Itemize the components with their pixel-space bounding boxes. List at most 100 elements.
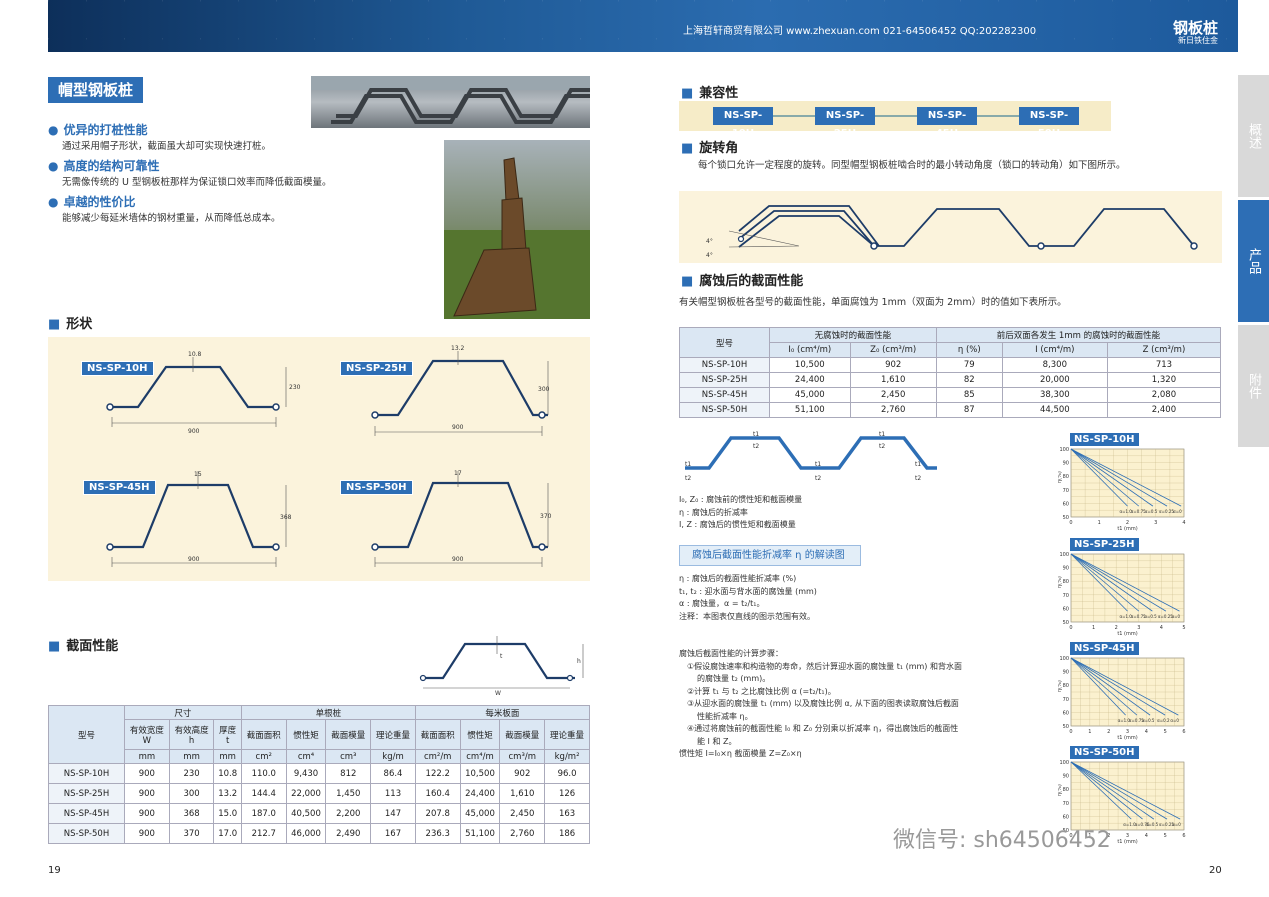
read-chart-title: 腐蚀后截面性能折减率 η 的解读图 xyxy=(679,545,861,566)
label-t2: t2 xyxy=(915,475,921,482)
th-unit: mm xyxy=(168,749,215,764)
compat-item: NS-SP-10H xyxy=(713,107,773,139)
table-cell: 40,500 xyxy=(285,803,327,824)
th-unit: cm²/m xyxy=(414,749,461,764)
page-number-right: 20 xyxy=(1209,865,1222,876)
series-label: α=0.5 xyxy=(1142,718,1155,723)
section-properties-table: 型号 尺寸 单根桩 每米板面 有效宽度 W 有效高度 h 厚度 t 截面面积 惯性矩 … xyxy=(48,705,591,844)
t2-sub: η (%) xyxy=(935,342,1003,358)
x-tick-label: 5 xyxy=(1164,729,1167,735)
table-cell: 144.4 xyxy=(240,783,287,804)
table-cell: 147 xyxy=(370,803,416,824)
table-cell: 163 xyxy=(544,803,590,824)
table-cell: 51,100 xyxy=(459,823,501,844)
step-line: ③从迎水面的腐蚀量 t₁ (mm) 以及腐蚀比例 α, 从下面的图表读取腐蚀后截… xyxy=(687,699,959,708)
table-cell: 46,000 xyxy=(285,823,327,844)
dim-h-45h: 368 xyxy=(280,514,292,521)
tag-25h: NS-SP-25H xyxy=(340,361,413,376)
table-cell: 17.0 xyxy=(213,823,242,844)
shape-panel: 10.8 230 900 13.2 300 900 15 368 900 17 … xyxy=(48,337,590,581)
dim-h-50h: 370 xyxy=(540,513,552,520)
t2-sub: I₀ (cm⁴/m) xyxy=(769,342,851,358)
tab-products[interactable]: 产品 xyxy=(1238,200,1269,322)
label-t1: t1 xyxy=(753,431,759,438)
y-tick-label: 100 xyxy=(1059,552,1069,558)
series-label: α=0.25 xyxy=(1159,509,1174,514)
y-tick-label: 90 xyxy=(1063,566,1069,572)
table-cell: NS-SP-50H xyxy=(679,402,770,418)
x-tick-label: 0 xyxy=(1069,520,1072,526)
label-t1: t1 xyxy=(815,461,821,468)
step-line: 的腐蚀量 t₂ (mm)。 xyxy=(697,674,771,683)
step-line: ②计算 t₁ 与 t₂ 之比腐蚀比例 α (=t₂/t₁)。 xyxy=(687,686,836,696)
table-cell: 20,000 xyxy=(1001,372,1108,388)
table-cell: 10.8 xyxy=(213,763,242,784)
label-t1: t1 xyxy=(685,461,691,468)
table-cell: 79 xyxy=(935,357,1003,373)
y-axis-label: η(%) xyxy=(1058,784,1063,796)
x-tick-label: 0 xyxy=(1069,625,1072,631)
sheet-pile-stack-photo xyxy=(311,76,590,128)
series-label: α=0 xyxy=(1172,822,1181,827)
table-cell: NS-SP-10H xyxy=(48,763,125,784)
y-tick-label: 50 xyxy=(1063,620,1069,626)
th-col: 理论重量 xyxy=(544,719,590,750)
table-row: NS-SP-10H 10,500 902 79 8,300 713 xyxy=(679,357,1222,373)
table-cell: 368 xyxy=(168,803,215,824)
table-cell: 902 xyxy=(849,357,937,373)
x-tick-label: 5 xyxy=(1182,625,1185,631)
table-cell: 24,400 xyxy=(459,783,501,804)
y-axis-label: η(%) xyxy=(1058,471,1063,483)
table-cell: 24,400 xyxy=(769,372,851,388)
th-sym: h xyxy=(188,735,195,746)
table-row: NS-SP-50H 51,100 2,760 87 44,500 2,400 xyxy=(679,402,1222,418)
th-col: 惯性矩 xyxy=(285,719,327,750)
y-tick-label: 80 xyxy=(1063,787,1069,793)
y-tick-label: 60 xyxy=(1063,501,1069,507)
table-cell: 900 xyxy=(124,783,170,804)
page-number-left: 19 xyxy=(48,865,61,876)
table-cell: 1,610 xyxy=(499,783,546,804)
compat-heading: 兼容性 xyxy=(681,82,738,101)
wechat-watermark: 微信号: sh64506452 xyxy=(893,828,1111,853)
tag-45h: NS-SP-45H xyxy=(83,480,156,495)
table-cell: 87 xyxy=(935,402,1003,418)
diagram-t: t xyxy=(500,653,503,660)
y-tick-label: 70 xyxy=(1063,593,1069,599)
table-cell: 44,500 xyxy=(1001,402,1108,418)
table-cell: 1,450 xyxy=(325,783,372,804)
dim-h-10h: 230 xyxy=(289,384,301,391)
table-row: NS-SP-25H 24,400 1,610 82 20,000 1,320 xyxy=(679,372,1222,388)
step-line: 性能折减率 η。 xyxy=(697,711,753,721)
table-cell: 186 xyxy=(544,823,590,844)
tab-appendix[interactable]: 附件 xyxy=(1238,325,1269,447)
table-cell: 96.0 xyxy=(544,763,590,784)
series-label: α=0.75 xyxy=(1131,509,1146,514)
y-tick-label: 60 xyxy=(1063,606,1069,612)
y-tick-label: 50 xyxy=(1063,724,1069,730)
dim-t-50h: 17 xyxy=(454,470,462,477)
read-line: η : 腐蚀后的截面性能折减率 (%) xyxy=(679,574,797,583)
rot-angle-2: 4° xyxy=(706,252,713,259)
x-axis-label: t1 (mm) xyxy=(1117,631,1137,637)
th-size: 尺寸 xyxy=(124,705,242,720)
table-cell: 10,500 xyxy=(459,763,501,784)
table-cell: 212.7 xyxy=(240,823,287,844)
feature-heading: 卓越的性价比 xyxy=(48,193,428,210)
corrosion-text: 有关帽型钢板桩各型号的截面性能，单面腐蚀为 1mm（双面为 2mm）时的值如下表… xyxy=(679,297,1067,308)
rotation-heading: 旋转角 xyxy=(681,137,738,156)
chart-title: NS-SP-10H xyxy=(1070,433,1139,446)
step-line: 惯性矩 I=I₀×η 截面模量 Z=Z₀×η xyxy=(679,749,802,758)
table-cell: NS-SP-10H xyxy=(679,357,770,373)
x-tick-label: 1 xyxy=(1088,729,1091,735)
chart-title: NS-SP-25H xyxy=(1070,538,1139,551)
tab-overview[interactable]: 概述 xyxy=(1238,75,1269,197)
feature-text: 能够减少每延米墙体的钢材重量，从而降低总成本。 xyxy=(62,213,281,224)
th-col: 截面面积 xyxy=(414,719,461,750)
table-cell: 13.2 xyxy=(213,783,242,804)
rot-angle-1: 4° xyxy=(706,238,713,245)
table-cell: NS-SP-45H xyxy=(679,387,770,403)
table-cell: 812 xyxy=(325,763,372,784)
section-heading: 截面性能 xyxy=(48,635,118,654)
th-col: 截面模量 xyxy=(499,719,546,750)
